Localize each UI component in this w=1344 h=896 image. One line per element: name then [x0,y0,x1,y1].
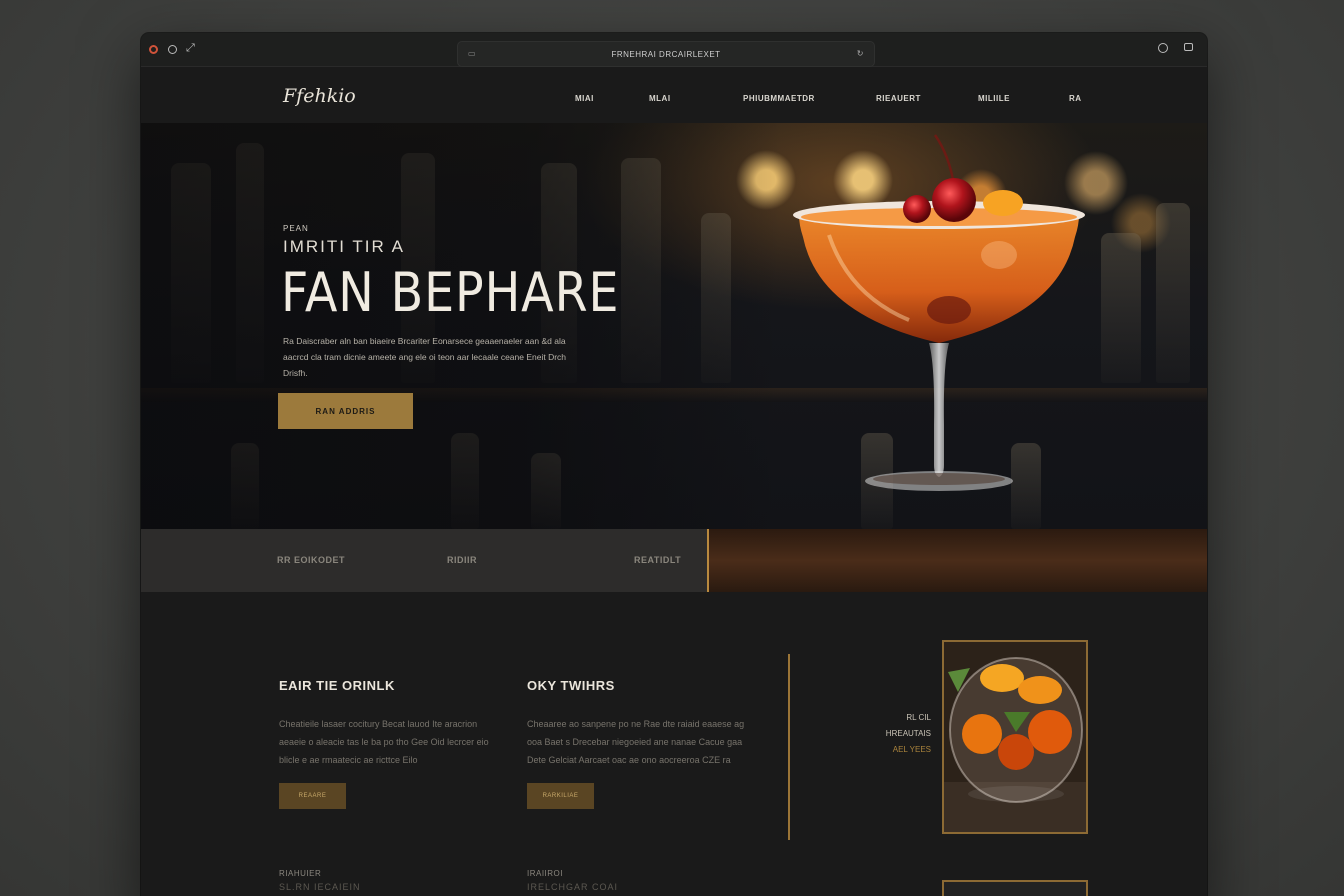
column-1-footer-label: RIAHUIER [279,869,322,878]
column-1-title: EAIR TIE ORINLK [279,678,395,693]
featured-label-line2: HREAUTAIS [885,729,931,738]
site-navigation: Ffehkio MIAI MLAI PHIUBMMAETDR RIEAUERT … [141,67,1207,123]
browser-chrome: ⤢ ▭ FRNEHRAI DRCAIRLEXET ↻ [141,33,1207,67]
background-bottle [1101,233,1141,383]
nav-item-2[interactable]: MLAI [649,94,671,103]
window-icon[interactable] [1184,43,1193,51]
column-2-footer-label: IRAIIROI [527,869,564,878]
browser-window: ⤢ ▭ FRNEHRAI DRCAIRLEXET ↻ Ffehkio MIAI … [141,33,1207,896]
address-bar[interactable]: ▭ FRNEHRAI DRCAIRLEXET ↻ [457,41,875,67]
column-2-footer-text: IRELCHGAR COAI [527,882,619,892]
column-2-button[interactable]: RARKILIAE [527,783,594,809]
nav-item-1[interactable]: MIAI [575,94,594,103]
column-1-footer-text: SL.RN IECAIEIN [279,882,361,892]
hero-cta-button[interactable]: RAN ADDRIS [278,393,413,429]
content-column-2: OKY TWIHRS Cheaaree ao sanpene po ne Rae… [527,678,747,809]
site-logo[interactable]: Ffehkio [283,85,356,107]
hero-eyebrow: PEAN [283,224,309,233]
hero-title: FAN BEPHARE [281,261,620,324]
nav-item-6[interactable]: RA [1069,94,1082,103]
featured-drink-image[interactable] [942,640,1088,834]
cocktail-image [789,125,1099,505]
hero-kicker: IMRITI TIR A [283,237,405,256]
fruit-cup-icon [944,642,1086,832]
address-bar-text: FRNEHRAI DRCAIRLEXET [611,49,721,59]
background-bottle [1156,203,1190,383]
content-column-1: EAIR TIE ORINLK Cheatieile lasaer cocitu… [279,678,499,809]
nav-item-5[interactable]: MILIILE [978,94,1010,103]
content-section: EAIR TIE ORINLK Cheatieile lasaer cocitu… [141,592,1207,896]
bar-counter [709,529,1207,592]
column-1-body: Cheatieile lasaer cocitury Becat lauod I… [279,719,489,765]
featured-drink-image-2[interactable] [942,880,1088,896]
strip-item-1[interactable]: RR EOIKODET [277,555,345,565]
browser-actions [1158,43,1193,53]
expand-window-icon[interactable]: ⤢ [186,42,195,54]
featured-label-line1: RL CIL [906,713,931,722]
cocktail-glass-icon [793,134,1085,491]
category-strip: RR EOIKODET RIDIIR REATIDLT [141,529,707,592]
featured-label: RL CIL HREAUTAIS AEL YEES [861,710,931,758]
hero-overlay [141,123,781,529]
featured-label-line3: AEL YEES [892,745,931,754]
nav-item-3[interactable]: PHIUBMMAETDR [743,94,815,103]
nav-item-4[interactable]: RIEAUERT [876,94,921,103]
strip-item-3[interactable]: REATIDLT [634,555,681,565]
profile-icon[interactable] [1158,43,1168,53]
minimize-window-icon[interactable] [168,45,177,54]
column-1-button[interactable]: REAARE [279,783,346,809]
hero-description: Ra Daiscraber aln ban biaeire Brcariter … [283,336,567,378]
section-divider [788,654,790,840]
column-2-body: Cheaaree ao sanpene po ne Rae dte raiaid… [527,719,745,765]
column-2-title: OKY TWIHRS [527,678,615,693]
tab-icon[interactable]: ▭ [468,49,476,58]
strip-item-2[interactable]: RIDIIR [447,555,477,565]
close-window-icon[interactable] [149,45,158,54]
reload-icon[interactable]: ↻ [857,49,864,58]
